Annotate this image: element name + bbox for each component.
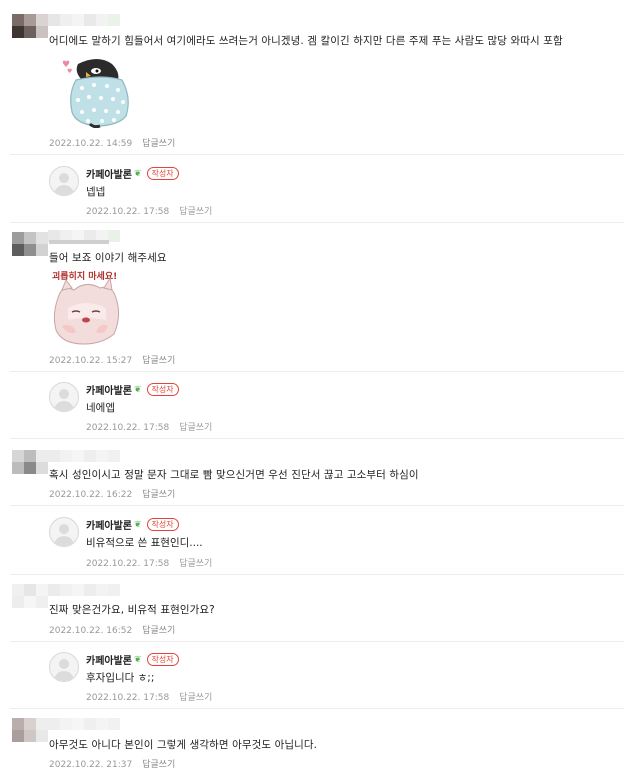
reply-author: 카페아발론 ❦ 작성자 (86, 382, 179, 397)
author-name: 카페아발론 (86, 386, 132, 397)
comment-text: 진짜 맞은건가요, 비유적 표현인가요? (49, 604, 215, 616)
reply-text: 비유적으로 쓴 표현인디.... (86, 537, 203, 549)
reply-meta: 2022.10.22. 17:58 답글쓰기 (86, 204, 212, 217)
reply-meta: 2022.10.22. 17:58 답글쓰기 (86, 556, 212, 569)
comment-text: 아무것도 아니다 본인이 그렇게 생각하면 아무것도 아닙니다. (49, 739, 318, 751)
author-name-blurred (48, 450, 120, 462)
avatar-blurred (12, 232, 48, 262)
reply-author: 카페아발론 ❦ 작성자 (86, 166, 179, 181)
author-name: 카페아발론 (86, 656, 132, 667)
comment-date: 2022.10.22. 16:52 (49, 626, 133, 636)
comment-date: 2022.10.22. 21:37 (49, 760, 133, 770)
author-name-blurred (48, 718, 120, 730)
sprout-icon: ❦ (134, 384, 142, 395)
reply-text: 네에엡 (86, 402, 115, 414)
author-avatar (49, 652, 79, 682)
divider (10, 438, 624, 439)
author-name: 카페아발론 (86, 170, 132, 181)
reply-author: 카페아발론 ❦ 작성자 (86, 652, 179, 667)
comment-meta: 2022.10.22. 21:37 답글쓰기 (49, 757, 175, 770)
reply-link[interactable]: 답글쓰기 (179, 693, 212, 703)
svg-text:♥: ♥ (67, 68, 72, 75)
comment-text: 들어 보죠 이야기 해주세요 (49, 252, 167, 264)
sticker-caption: 괴롭히지 마세요! (52, 270, 117, 282)
writer-badge: 작성자 (146, 383, 179, 396)
sprout-icon: ❦ (134, 168, 142, 179)
comment-text: 혹시 성인이시고 정말 문자 그대로 빰 맞으신거면 우선 진단서 끊고 고소부… (49, 469, 419, 481)
divider (10, 154, 624, 155)
reply-date: 2022.10.22. 17:58 (86, 559, 170, 569)
reply-date: 2022.10.22. 17:58 (86, 693, 170, 703)
avatar-blurred (12, 450, 48, 480)
author-avatar (49, 166, 79, 196)
avatar-blurred (12, 584, 48, 614)
comment-meta: 2022.10.22. 15:27 답글쓰기 (49, 353, 175, 366)
writer-badge: 작성자 (146, 518, 179, 531)
reply-author: 카페아발론 ❦ 작성자 (86, 517, 179, 532)
reply-link[interactable]: 답글쓰기 (142, 760, 175, 770)
author-name-blurred (48, 584, 120, 596)
comment-date: 2022.10.22. 15:27 (49, 356, 133, 366)
sprout-icon: ❦ (134, 654, 142, 665)
reply-meta: 2022.10.22. 17:58 답글쓰기 (86, 690, 212, 703)
writer-badge: 작성자 (146, 653, 179, 666)
divider (10, 641, 624, 642)
writer-badge: 작성자 (146, 167, 179, 180)
divider (10, 505, 624, 506)
sprout-icon: ❦ (134, 519, 142, 530)
author-name-blurred (48, 14, 120, 26)
penguin-in-blanket-sticker: ♥ ♥ (60, 54, 140, 129)
avatar-blurred (12, 14, 48, 44)
author-name: 카페아발론 (86, 521, 132, 532)
comment-meta: 2022.10.22. 16:52 답글쓰기 (49, 623, 175, 636)
author-avatar (49, 517, 79, 547)
reply-date: 2022.10.22. 17:58 (86, 423, 170, 433)
avatar-blurred (12, 718, 48, 748)
reply-link[interactable]: 답글쓰기 (179, 207, 212, 217)
reply-link[interactable]: 답글쓰기 (142, 356, 175, 366)
divider (10, 708, 624, 709)
author-avatar (49, 382, 79, 412)
reply-link[interactable]: 답글쓰기 (179, 423, 212, 433)
divider (10, 371, 624, 372)
reply-link[interactable]: 답글쓰기 (142, 626, 175, 636)
divider (10, 222, 624, 223)
crying-girl-sticker: 괴롭히지 마세요! (48, 268, 124, 346)
comment-date: 2022.10.22. 14:59 (49, 139, 133, 149)
comment-meta: 2022.10.22. 14:59 답글쓰기 (49, 136, 175, 149)
reply-text: 후자입니다 ㅎ;; (86, 672, 155, 684)
reply-link[interactable]: 답글쓰기 (179, 559, 212, 569)
reply-link[interactable]: 답글쓰기 (142, 490, 175, 500)
reply-text: 넵넵 (86, 186, 106, 198)
comment-text: 어디에도 말하기 힘들어서 여기에라도 쓰려는거 아니겠녕. 겜 칼이긴 하지만… (49, 35, 563, 47)
divider (10, 574, 624, 575)
reply-date: 2022.10.22. 17:58 (86, 207, 170, 217)
reply-link[interactable]: 답글쓰기 (142, 139, 175, 149)
reply-meta: 2022.10.22. 17:58 답글쓰기 (86, 420, 212, 433)
comment-date: 2022.10.22. 16:22 (49, 490, 133, 500)
truncated-line (49, 240, 109, 244)
comment-meta: 2022.10.22. 16:22 답글쓰기 (49, 487, 175, 500)
